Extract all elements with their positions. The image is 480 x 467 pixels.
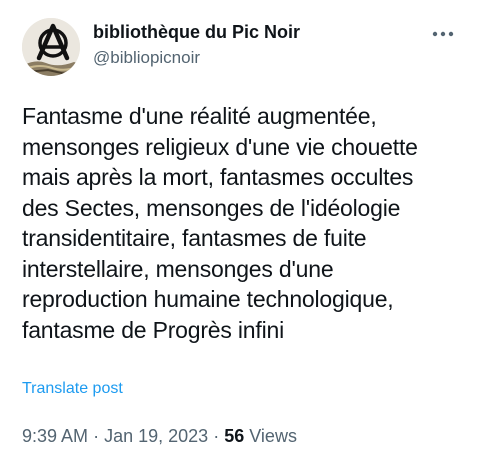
- post-text: Fantasme d'une réalité augmentée, menson…: [22, 101, 472, 345]
- translate-post-link[interactable]: Translate post: [22, 380, 123, 398]
- author-info: bibliothèque du Pic Noir @bibliopicnoir: [93, 20, 300, 69]
- post-text-line: des Sectes, mensonges de l'idéologie: [22, 194, 401, 221]
- post-text-line: transidentitaire, fantasmes de fuite: [22, 225, 367, 251]
- meta-separator: ·: [93, 426, 100, 446]
- post-text-line: interstellaire, mensonges d'une: [22, 255, 334, 282]
- views-label: Views: [249, 426, 297, 446]
- anarchy-logo-icon: [22, 18, 80, 76]
- post-time[interactable]: 9:39 AM: [22, 426, 88, 446]
- post-metadata: 9:39 AM · Jan 19, 2023 · 56 Views: [22, 426, 297, 447]
- post-text-line: reproduction humaine technologique,: [22, 286, 394, 312]
- meta-separator: ·: [213, 426, 220, 446]
- more-horizontal-icon: [432, 31, 454, 37]
- views-count[interactable]: 56: [224, 426, 244, 446]
- avatar[interactable]: [22, 18, 80, 76]
- author-display-name[interactable]: bibliothèque du Pic Noir: [93, 20, 300, 44]
- post-date[interactable]: Jan 19, 2023: [104, 426, 208, 446]
- more-options-button[interactable]: [428, 22, 460, 46]
- post-card: bibliothèque du Pic Noir @bibliopicnoir …: [0, 0, 480, 467]
- post-text-line: mensonges religieux d'une vie chouette: [22, 133, 418, 160]
- post-text-line: fantasme de Progrès infini: [22, 316, 284, 343]
- post-text-line: mais après la mort, fantasmes occultes: [22, 164, 414, 190]
- author-handle[interactable]: @bibliopicnoir: [93, 47, 300, 69]
- post-text-line: Fantasme d'une réalité augmentée,: [22, 103, 377, 129]
